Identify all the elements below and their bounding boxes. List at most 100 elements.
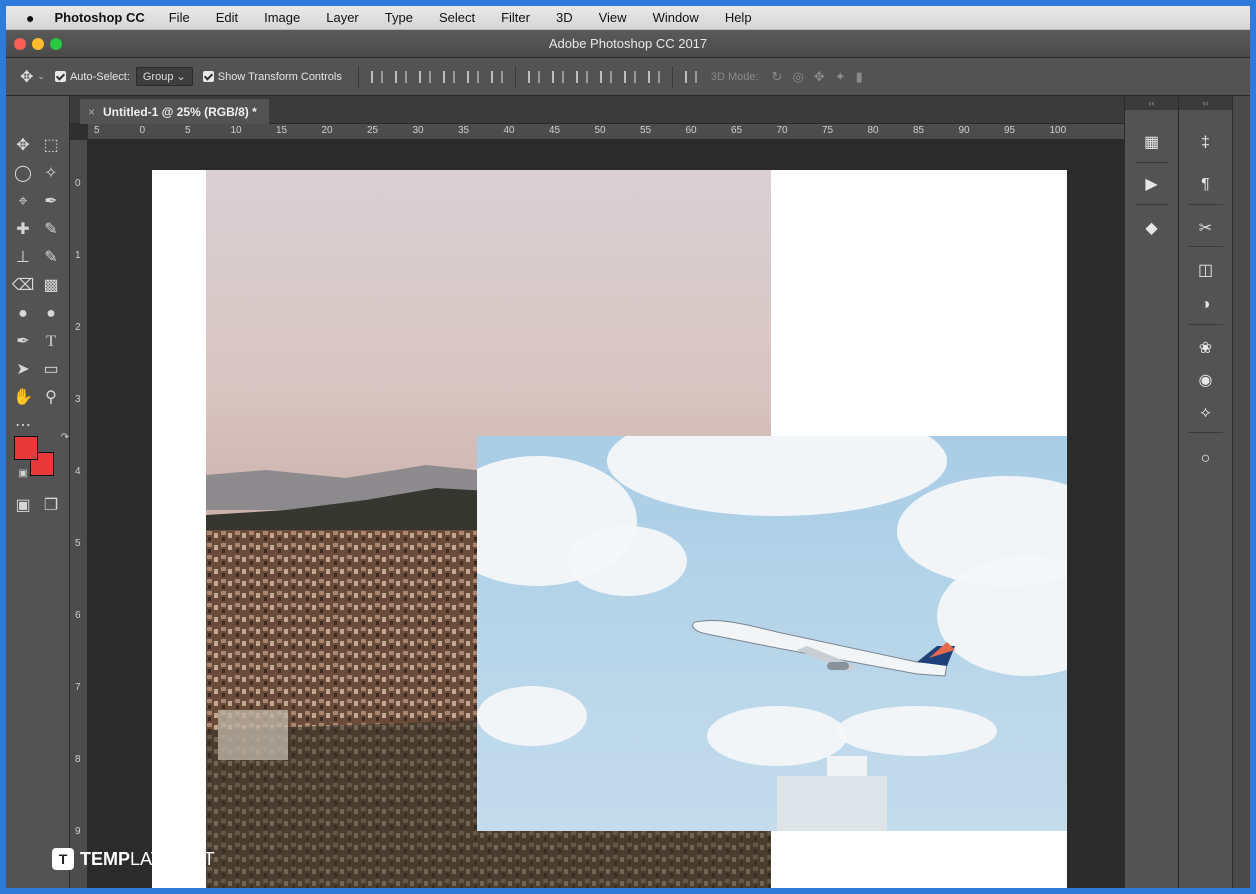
canvas-area[interactable]	[88, 140, 1124, 888]
airplane-image	[692, 620, 955, 831]
healing-brush-tool-icon[interactable]: ✚	[10, 218, 36, 242]
menu-help[interactable]: Help	[725, 10, 752, 25]
distribute-top-icon[interactable]	[527, 70, 540, 83]
menu-edit[interactable]: Edit	[216, 10, 238, 25]
watermark-brand-rest: LATE.NET	[130, 848, 215, 869]
menu-filter[interactable]: Filter	[501, 10, 530, 25]
magic-wand-tool-icon[interactable]: ✧	[38, 162, 64, 186]
path-selection-tool-icon[interactable]: ➤	[10, 358, 36, 382]
pen-tool-icon[interactable]: ✒	[10, 330, 36, 354]
show-transform-checkbox[interactable]	[202, 71, 214, 82]
align-top-icon[interactable]	[370, 70, 383, 83]
chevron-down-icon[interactable]: ⌄	[37, 71, 45, 82]
auto-align-icon[interactable]	[684, 70, 697, 83]
marquee-tool-icon[interactable]: ⬚	[38, 134, 64, 158]
ruler-tick-label: 40	[503, 125, 515, 136]
move-tool-preset-icon[interactable]: ✥	[20, 67, 33, 87]
blur-tool-icon[interactable]: ●	[10, 302, 36, 326]
align-horizontal-center-icon[interactable]	[466, 70, 479, 83]
type-tool-icon[interactable]: T	[38, 330, 64, 354]
menu-select[interactable]: Select	[439, 10, 475, 25]
close-window-button[interactable]	[14, 38, 26, 50]
minimize-window-button[interactable]	[32, 38, 44, 50]
distribute-left-icon[interactable]	[599, 70, 612, 83]
crop-tool-icon[interactable]: ⌖	[10, 190, 36, 214]
screen-mode-icon[interactable]: ❐	[38, 494, 64, 518]
auto-select-option[interactable]: Auto-Select: Group ⌄	[54, 67, 193, 86]
character-panel-icon[interactable]: ‡	[1179, 126, 1232, 160]
airplane-photo-layer[interactable]	[477, 436, 1067, 831]
document-tab[interactable]: × Untitled-1 @ 25% (RGB/8) *	[80, 99, 269, 124]
show-transform-option[interactable]: Show Transform Controls	[202, 71, 342, 83]
apple-icon[interactable]: ●	[26, 10, 34, 26]
3d-scale-icon[interactable]: ▮	[856, 69, 863, 85]
align-vertical-center-icon[interactable]	[394, 70, 407, 83]
close-tab-icon[interactable]: ×	[88, 105, 95, 119]
rectangle-tool-icon[interactable]: ▭	[38, 358, 64, 382]
3d-roll-icon[interactable]: ◎	[792, 69, 803, 85]
paragraph-panel-icon[interactable]: ¶	[1179, 168, 1232, 202]
app-menu[interactable]: Photoshop CC	[54, 10, 144, 25]
channels-panel-icon[interactable]: ◉	[1179, 364, 1232, 398]
dodge-tool-icon[interactable]: ●	[38, 302, 64, 326]
eraser-tool-icon[interactable]: ⌫	[10, 274, 36, 298]
3d-mode-label: 3D Mode:	[710, 70, 759, 83]
move-tool-icon[interactable]: ✥	[10, 134, 36, 158]
histogram-panel-icon[interactable]: ▦	[1125, 126, 1178, 160]
distribute-vertical-center-icon[interactable]	[551, 70, 564, 83]
ruler-tick-label: 4	[75, 466, 81, 477]
zoom-tool-icon[interactable]: ⚲	[38, 386, 64, 410]
title-bar: Adobe Photoshop CC 2017	[6, 30, 1250, 58]
distribute-bottom-icon[interactable]	[575, 70, 588, 83]
3d-orbit-icon[interactable]: ↻	[772, 69, 783, 85]
align-bottom-icon[interactable]	[418, 70, 431, 83]
swatches-panel-icon[interactable]: ❀	[1179, 332, 1232, 366]
distribute-right-icon[interactable]	[647, 70, 660, 83]
ruler-tick-label: 50	[594, 125, 606, 136]
maximize-window-button[interactable]	[50, 38, 62, 50]
actions-panel-icon[interactable]: ▶	[1125, 168, 1178, 202]
menu-3d[interactable]: 3D	[556, 10, 573, 25]
ruler-tick-label: 60	[685, 125, 697, 136]
divider	[514, 65, 516, 88]
paths-panel-icon[interactable]: ⟡	[1179, 396, 1232, 430]
distribute-horizontal-center-icon[interactable]	[623, 70, 636, 83]
foreground-color-swatch[interactable]	[14, 436, 38, 460]
adjustments-panel-icon[interactable]: ◑	[1179, 288, 1232, 322]
divider	[357, 65, 359, 88]
menu-image[interactable]: Image	[264, 10, 300, 25]
menu-view[interactable]: View	[599, 10, 627, 25]
history-brush-tool-icon[interactable]: ✎	[38, 246, 64, 270]
menu-type[interactable]: Type	[385, 10, 413, 25]
auto-select-checkbox[interactable]	[54, 71, 66, 82]
auto-select-dropdown[interactable]: Group ⌄	[135, 67, 193, 86]
libraries-panel-icon[interactable]: ○	[1179, 442, 1232, 476]
3d-pan-icon[interactable]: ✥	[814, 69, 825, 85]
hand-tool-icon[interactable]: ✋	[10, 386, 36, 410]
menu-window[interactable]: Window	[653, 10, 699, 25]
ruler-tick-label: 0	[139, 125, 146, 136]
brush-tool-icon[interactable]: ✎	[38, 218, 64, 242]
ruler-tick-label: 0	[75, 178, 81, 189]
edit-toolbar-icon[interactable]: ⋯	[10, 414, 36, 438]
align-left-icon[interactable]	[442, 70, 455, 83]
quick-mask-icon[interactable]: ▣	[10, 494, 36, 518]
clone-stamp-tool-icon[interactable]: ⊥	[10, 246, 36, 270]
collapse-dock-icon[interactable]: ‹‹	[1179, 96, 1232, 110]
ruler-tick-label: 15	[276, 125, 288, 136]
collapse-dock-icon[interactable]: ‹‹	[1125, 96, 1178, 110]
eyedropper-tool-icon[interactable]: ✒	[38, 190, 64, 214]
3d-slide-icon[interactable]: ✦	[835, 69, 846, 85]
menu-file[interactable]: File	[169, 10, 190, 25]
ruler-tick-label: 100	[1049, 125, 1067, 136]
properties-panel-icon[interactable]: ◫	[1179, 254, 1232, 288]
tools-presets-panel-icon[interactable]: ✂	[1179, 212, 1232, 246]
panel-dock-secondary: ‹‹ ‡ ¶ ✂ ◫ ◑ ❀ ◉ ⟡ ○	[1178, 96, 1232, 888]
align-right-icon[interactable]	[490, 70, 503, 83]
default-colors-icon[interactable]: ▣	[10, 462, 36, 486]
gradient-tool-icon[interactable]: ▩	[38, 274, 64, 298]
layers-panel-icon[interactable]: ◆	[1125, 212, 1178, 246]
menu-layer[interactable]: Layer	[326, 10, 359, 25]
document-canvas[interactable]	[152, 170, 1067, 888]
lasso-tool-icon[interactable]: ◯	[10, 162, 36, 186]
